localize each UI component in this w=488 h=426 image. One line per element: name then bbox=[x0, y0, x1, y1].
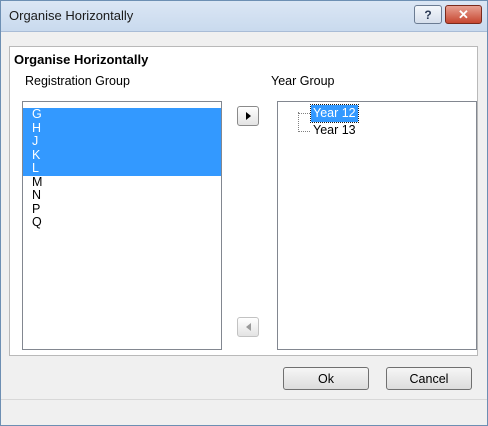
list-item[interactable]: M bbox=[23, 175, 221, 190]
ok-button[interactable]: Ok bbox=[283, 367, 369, 390]
help-icon: ? bbox=[424, 7, 432, 22]
list-item[interactable]: K bbox=[23, 148, 221, 162]
list-item[interactable]: J bbox=[23, 134, 221, 149]
tree-item-label: Year 13 bbox=[313, 123, 356, 137]
close-icon: ✕ bbox=[458, 6, 469, 22]
tree-item[interactable]: Year 12 bbox=[278, 104, 476, 123]
tree-item-label: Year 12 bbox=[310, 104, 359, 123]
year-group-tree[interactable]: Year 12 Year 13 bbox=[277, 101, 477, 350]
window-title: Organise Horizontally bbox=[9, 8, 134, 23]
title-bar: Organise Horizontally ? ✕ bbox=[1, 1, 487, 32]
year-group-label: Year Group bbox=[271, 74, 335, 88]
registration-group-label: Registration Group bbox=[25, 74, 130, 88]
list-item[interactable]: Q bbox=[23, 215, 221, 230]
list-item[interactable]: H bbox=[23, 121, 221, 135]
cancel-button[interactable]: Cancel bbox=[386, 367, 472, 390]
status-bar bbox=[1, 399, 487, 425]
list-item[interactable]: P bbox=[23, 202, 221, 217]
close-button[interactable]: ✕ bbox=[445, 5, 482, 24]
tree-item[interactable]: Year 13 bbox=[278, 122, 476, 139]
dialog-heading: Organise Horizontally bbox=[14, 52, 149, 67]
help-button[interactable]: ? bbox=[414, 5, 442, 24]
registration-group-list[interactable]: G H J K L M N P Q bbox=[22, 101, 222, 350]
move-left-button[interactable] bbox=[237, 317, 259, 337]
list-item[interactable]: L bbox=[23, 161, 221, 176]
list-item[interactable]: G bbox=[23, 107, 221, 122]
dialog-window: Organise Horizontally ? ✕ Organise Horiz… bbox=[0, 0, 488, 426]
move-right-button[interactable] bbox=[237, 106, 259, 126]
list-item[interactable]: N bbox=[23, 188, 221, 203]
triangle-left-icon bbox=[245, 323, 251, 331]
triangle-right-icon bbox=[245, 112, 251, 120]
